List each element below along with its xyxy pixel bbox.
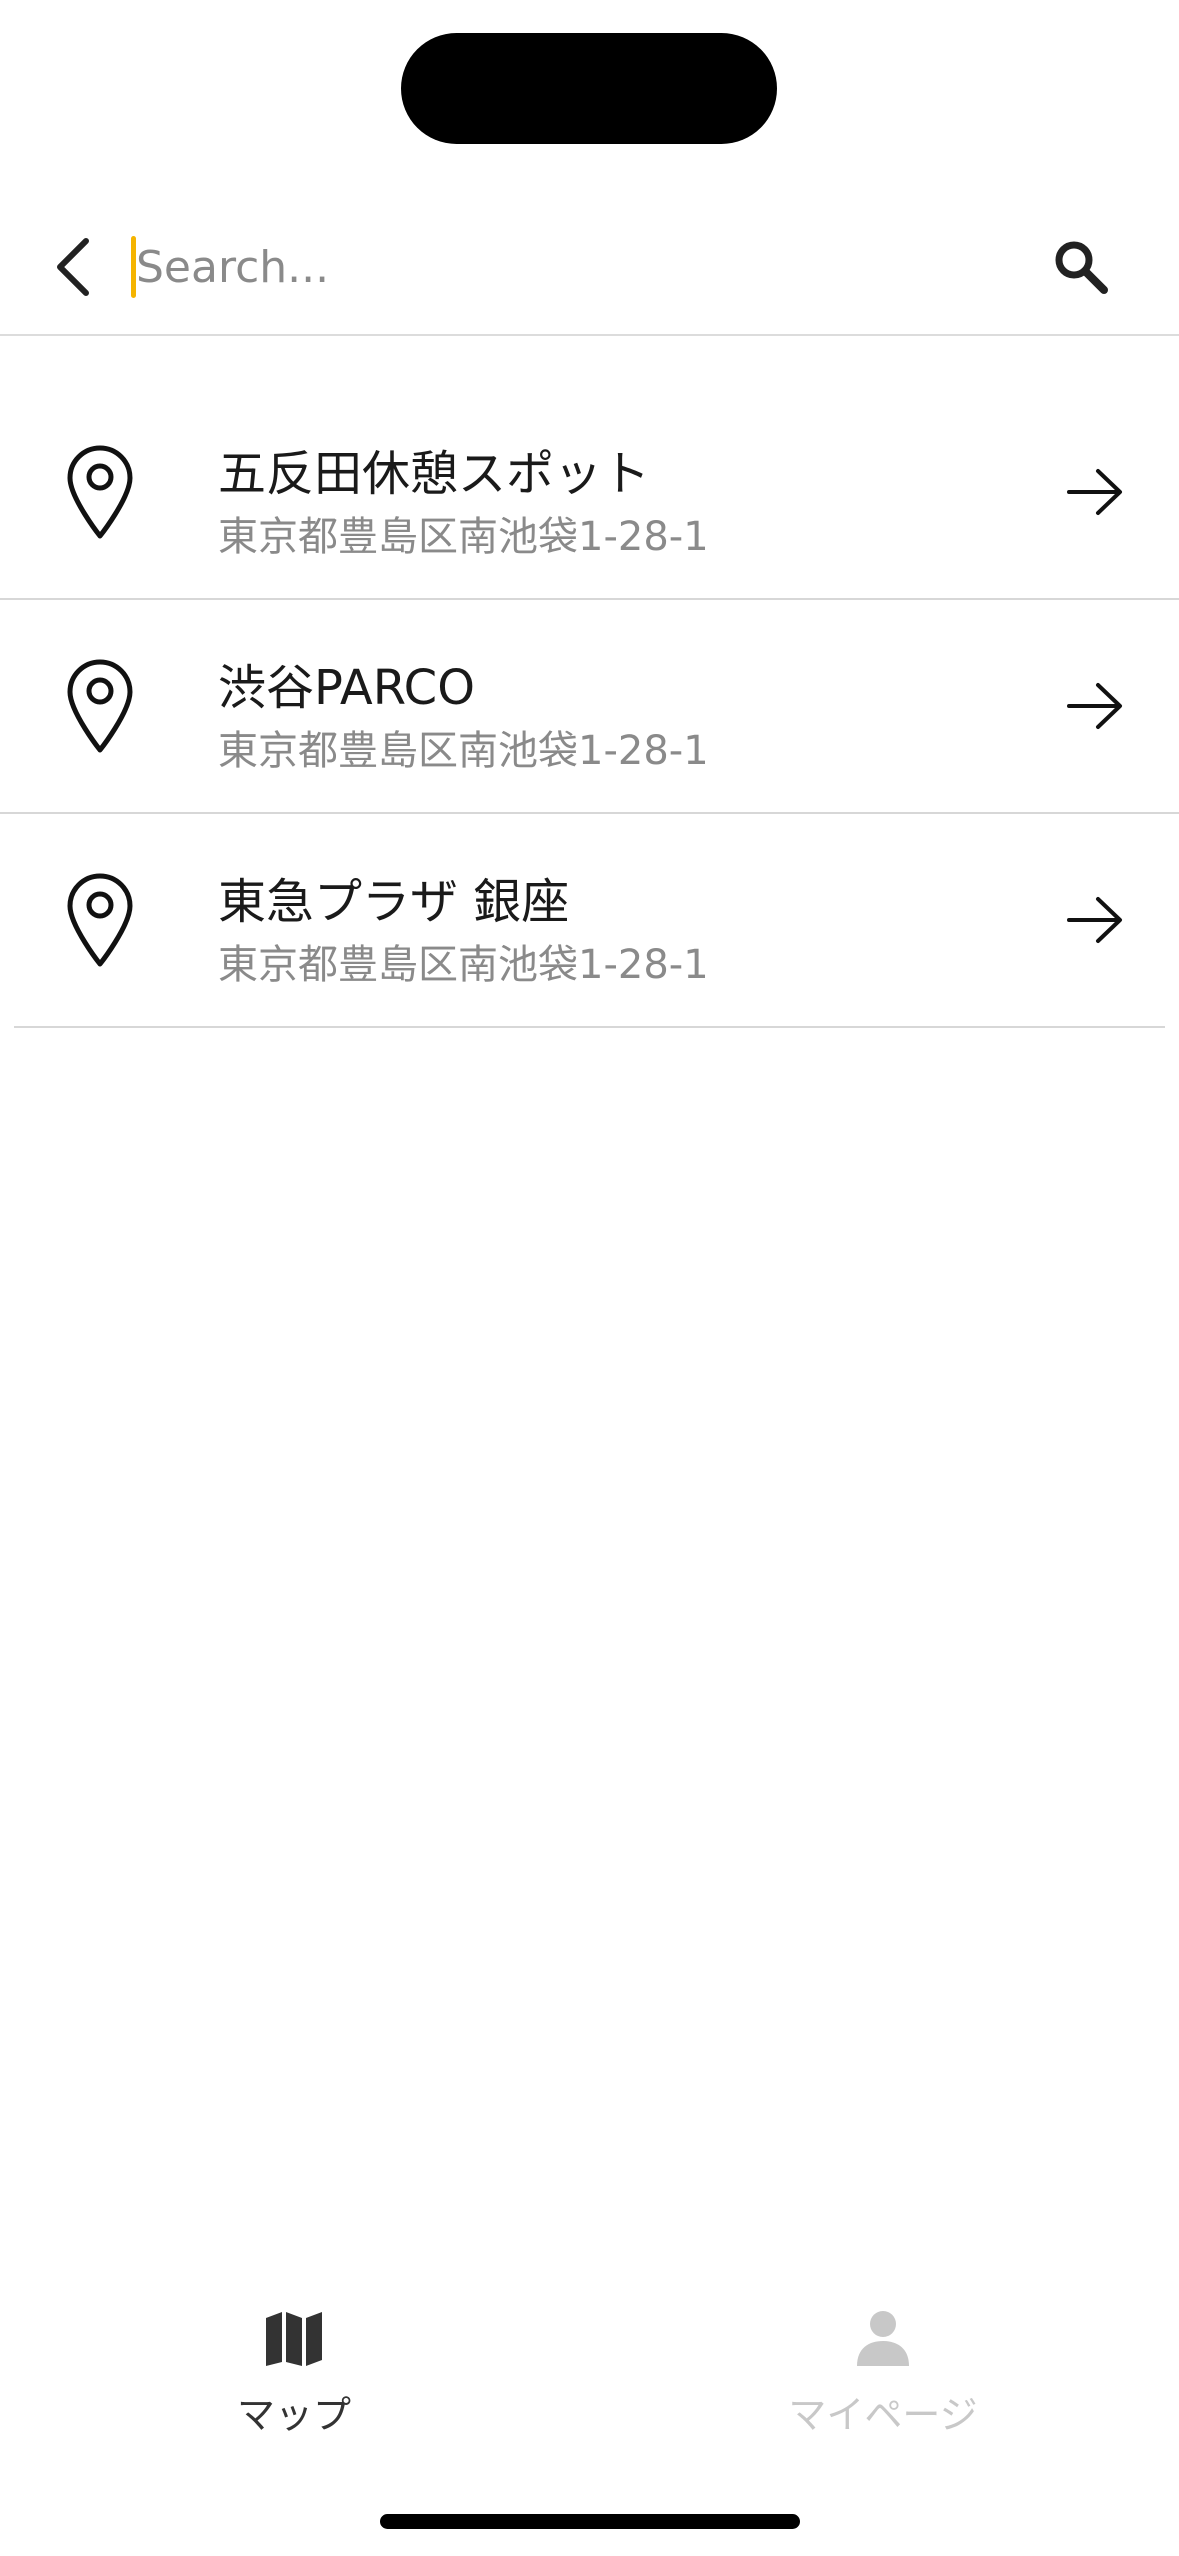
list-item[interactable]: 渋谷PARCO 東京都豊島区南池袋1-28-1 — [0, 600, 1179, 814]
result-address: 東京都豊島区南池袋1-28-1 — [218, 942, 709, 988]
tab-mypage[interactable]: マイページ — [733, 2290, 1033, 2440]
location-pin-icon — [67, 659, 133, 753]
result-title: 東急プラザ 銀座 — [218, 874, 570, 930]
list-item[interactable]: 東急プラザ 銀座 東京都豊島区南池袋1-28-1 — [14, 814, 1165, 1028]
result-address: 東京都豊島区南池袋1-28-1 — [218, 728, 709, 774]
tab-label: マイページ — [788, 2393, 978, 2437]
person-icon — [857, 2311, 909, 2366]
back-button[interactable] — [42, 230, 102, 304]
arrow-right-icon — [1067, 683, 1122, 729]
search-icon — [1055, 241, 1108, 294]
location-pin-icon — [67, 445, 133, 539]
dynamic-island — [401, 33, 777, 144]
search-screen: 五反田休憩スポット 東京都豊島区南池袋1-28-1 渋谷PARCO 東京都豊島区… — [0, 0, 1179, 2556]
chevron-left-icon — [57, 238, 89, 296]
arrow-right-icon — [1067, 469, 1122, 515]
home-indicator — [380, 2514, 800, 2529]
search-bar — [0, 200, 1179, 336]
search-results-list: 五反田休憩スポット 東京都豊島区南池袋1-28-1 渋谷PARCO 東京都豊島区… — [0, 386, 1179, 1028]
tab-label: マップ — [236, 2393, 351, 2437]
location-pin-icon — [67, 873, 133, 967]
result-title: 渋谷PARCO — [218, 660, 475, 716]
tab-bar: マップ マイページ — [0, 2290, 1179, 2450]
list-item[interactable]: 五反田休憩スポット 東京都豊島区南池袋1-28-1 — [0, 386, 1179, 600]
search-button[interactable] — [1046, 232, 1116, 302]
result-title: 五反田休憩スポット — [218, 446, 651, 502]
result-address: 東京都豊島区南池袋1-28-1 — [218, 514, 709, 560]
arrow-right-icon — [1067, 897, 1122, 943]
search-input[interactable] — [136, 228, 1016, 306]
tab-map[interactable]: マップ — [144, 2290, 444, 2440]
map-icon — [266, 2312, 322, 2366]
